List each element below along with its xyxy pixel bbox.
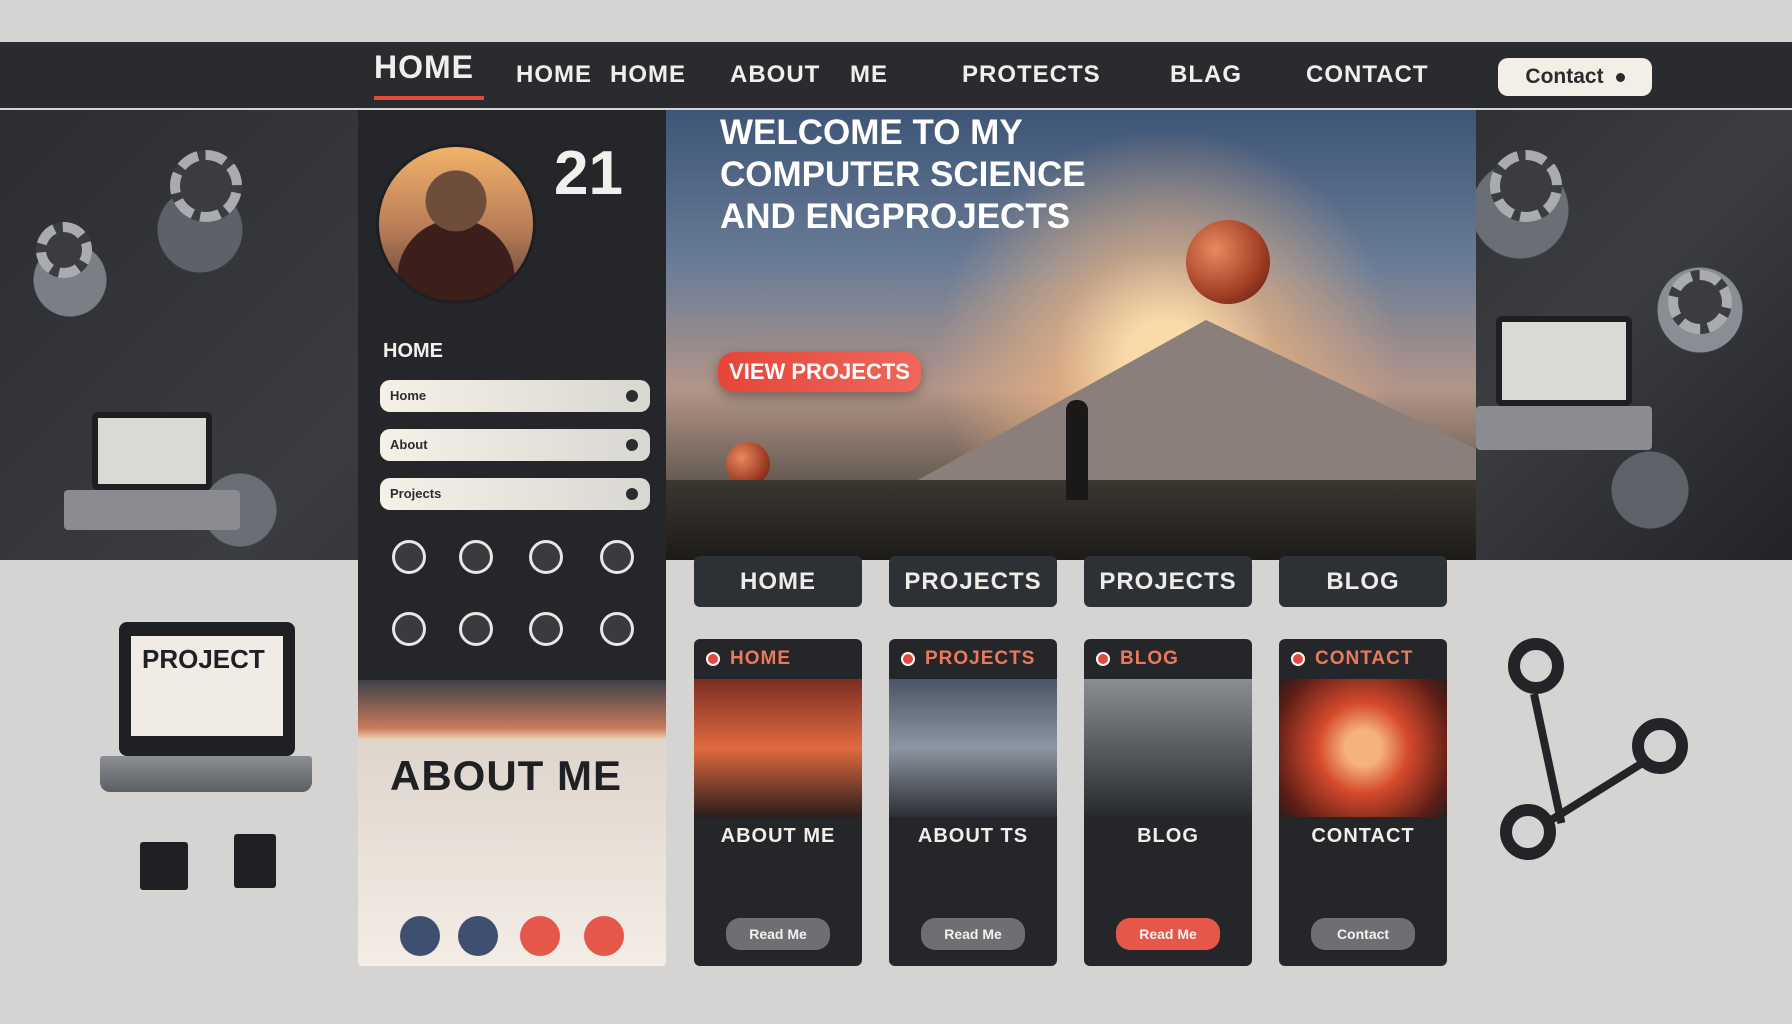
field-knob-icon [626,439,638,451]
sidebar-field-projects[interactable]: Projects [380,478,650,510]
card-blog: BLOG BLOG Read Me [1084,639,1252,966]
card-title: ABOUT TS [917,825,1029,847]
card-header: PROJECTS [889,639,1057,679]
gear-icon [1490,150,1562,222]
card-badge-icon [1291,652,1305,666]
social-icon-4[interactable] [600,540,634,574]
card-header: HOME [694,639,862,679]
nav-about[interactable]: ABOUT [730,58,820,92]
field-knob-icon [626,488,638,500]
card-contact: CONTACT CONTACT Contact [1279,639,1447,966]
card-header-label: PROJECTS [925,648,1036,669]
hero-title-line: COMPUTER SCIENCE [720,155,1086,194]
social-icon-7[interactable] [529,612,563,646]
laptop-illustration-right [1496,316,1632,406]
social-icon-b[interactable] [458,916,498,956]
hero-title-line: AND ENGPROJECTS [720,197,1071,236]
card-badge-icon [706,652,720,666]
view-projects-button[interactable]: VIEW PROJECTS [718,352,921,392]
sidebar-field-label: Projects [390,486,442,501]
social-icon-8[interactable] [600,612,634,646]
share-icon-top [1508,638,1564,694]
sidebar-field-label: About [390,437,428,452]
contact-dot-icon [1615,72,1625,82]
card-image [889,679,1057,817]
device-icon [140,842,188,890]
social-icon-a[interactable] [400,916,440,956]
about-title: ABOUT ME [390,752,622,799]
card-title: ABOUT ME [720,825,836,847]
card-button[interactable]: Read Me [1116,918,1220,950]
card-badge-icon [901,652,915,666]
card-header-label: CONTACT [1315,648,1414,669]
project-laptop-base [100,756,312,792]
nav-projects[interactable]: PROTECTS [962,58,1101,92]
hero-title-line: WELCOME TO MY [720,113,1023,152]
tab-projects[interactable]: PROJECTS [889,556,1057,607]
card-home: HOME ABOUT ME Read Me [694,639,862,966]
share-connector-2 [1545,760,1644,826]
gear-icon [170,150,242,222]
nav-home-active[interactable]: HOME [374,50,474,84]
nav-home-3[interactable]: HOME [610,58,686,92]
contact-button[interactable]: Contact [1498,58,1652,96]
card-header: BLOG [1084,639,1252,679]
card-image [1084,679,1252,817]
card-button[interactable]: Read Me [921,918,1025,950]
laptop-illustration-left [92,412,212,490]
social-icon-c[interactable] [520,916,560,956]
social-icon-d[interactable] [584,916,624,956]
project-label: PROJECT [142,644,265,674]
nav-home-2[interactable]: HOME [516,58,592,92]
card-button[interactable]: Contact [1311,918,1415,950]
gear-icon [1668,270,1732,334]
card-badge-icon [1096,652,1110,666]
tab-projects-2[interactable]: PROJECTS [1084,556,1252,607]
about-header-image [358,680,666,740]
avatar [376,144,536,304]
social-icon-2[interactable] [459,540,493,574]
sidebar-heading: HOME [383,340,443,362]
gear-icon [36,222,92,278]
card-image [1279,679,1447,817]
field-knob-icon [626,390,638,402]
nav-contact[interactable]: CONTACT [1306,58,1429,92]
sidebar-field-about[interactable]: About [380,429,650,461]
social-icon-5[interactable] [392,612,426,646]
card-image [694,679,862,817]
card-button[interactable]: Read Me [726,918,830,950]
device-icon-2 [234,834,276,888]
laptop-base-right [1476,406,1652,450]
hero-title: WELCOME TO MY COMPUTER SCIENCE AND ENGPR… [720,112,1150,238]
tab-blog[interactable]: BLOG [1279,556,1447,607]
social-icon-6[interactable] [459,612,493,646]
card-header-label: BLOG [1120,648,1179,669]
profile-number: 21 [554,139,623,208]
social-icon-3[interactable] [529,540,563,574]
card-header-label: HOME [730,648,791,669]
social-icon-1[interactable] [392,540,426,574]
nav-me[interactable]: ME [850,58,888,92]
planet-graphic [1186,220,1270,304]
contact-button-label: Contact [1525,65,1604,88]
sidebar-field-label: Home [390,388,427,403]
laptop-base-left [64,490,240,530]
share-icon-bottom [1500,804,1556,860]
tab-home[interactable]: HOME [694,556,862,607]
active-nav-underline [374,96,484,100]
card-title: BLOG [1137,825,1199,847]
person-silhouette [1066,400,1088,500]
sidebar-field-home[interactable]: Home [380,380,650,412]
card-header: CONTACT [1279,639,1447,679]
nav-blog[interactable]: BLAG [1170,58,1242,92]
card-title: CONTACT [1311,825,1415,847]
card-projects: PROJECTS ABOUT TS Read Me [889,639,1057,966]
